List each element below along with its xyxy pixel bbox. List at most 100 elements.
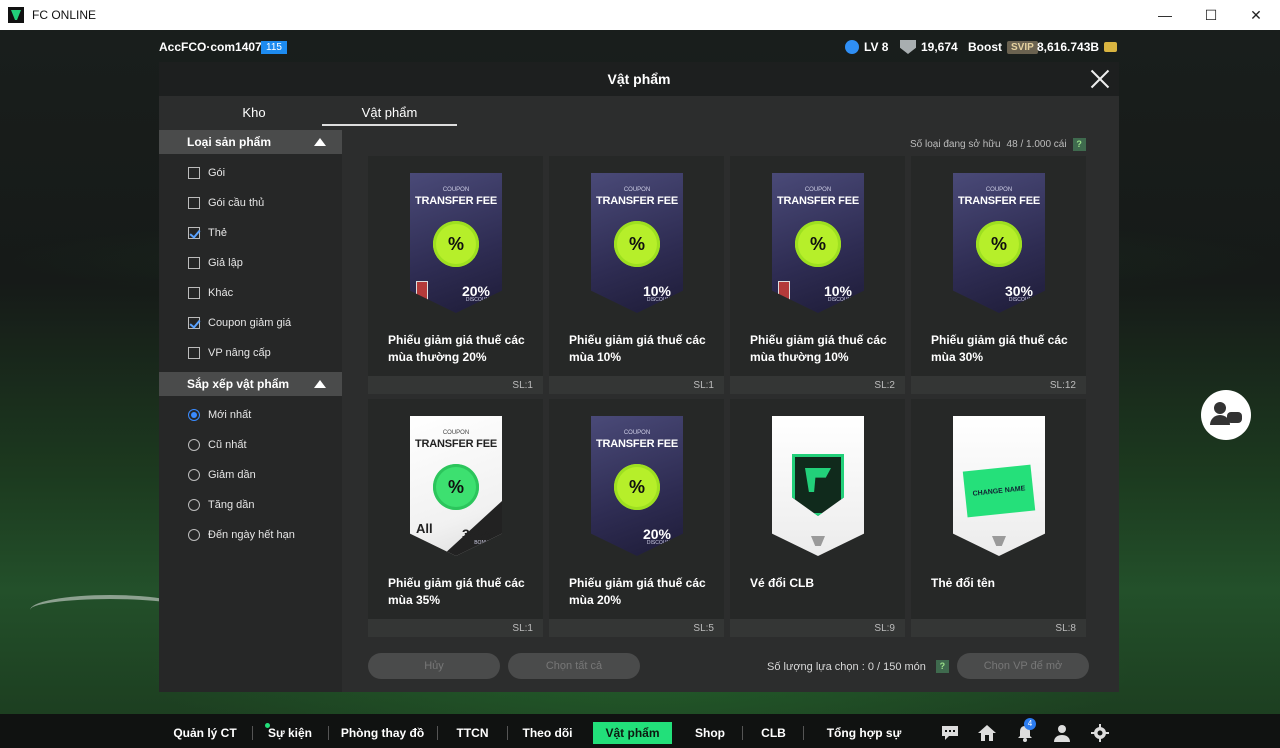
home-icon[interactable]: [977, 724, 997, 742]
minimize-button[interactable]: —: [1142, 0, 1188, 30]
items-modal: Vật phẩm Kho Vật phẩm Loại sản phẩm Gói …: [159, 62, 1119, 692]
close-window-button[interactable]: ✕: [1233, 0, 1279, 30]
nav-separator: [437, 726, 438, 740]
item-qty: SL:2: [874, 380, 895, 391]
fc-small-logo-icon: [992, 536, 1006, 546]
tab-kho[interactable]: Kho: [199, 96, 309, 126]
bp-stat: 8,616.743B: [1037, 40, 1118, 54]
sort-label: Cũ nhất: [208, 439, 247, 451]
item-card[interactable]: COUPON TRANSFER FEE % 10% DISCOUNT Phiếu…: [549, 156, 724, 394]
sort-label: Đến ngày hết hạn: [208, 529, 295, 541]
item-name: Phiếu giảm giá thuế các mùa 10%: [569, 333, 706, 364]
modal-tabs: Kho Vật phẩm: [159, 96, 459, 126]
checkbox[interactable]: [188, 257, 200, 269]
product-type-header[interactable]: Loại sản phẩm: [159, 130, 342, 154]
nav-phong-thay-do[interactable]: Phòng thay đồ: [340, 722, 425, 744]
item-name: Vé đổi CLB: [750, 576, 815, 590]
radio[interactable]: [188, 529, 200, 541]
checkbox[interactable]: [188, 197, 200, 209]
nav-ttcn[interactable]: TTCN: [450, 722, 495, 744]
filter-gia-lap[interactable]: Giả lập: [188, 253, 243, 273]
nav-separator: [252, 726, 253, 740]
sort-header[interactable]: Sắp xếp vật phẩm: [159, 372, 342, 396]
nav-clb[interactable]: CLB: [756, 722, 791, 744]
friend-chat-button[interactable]: [1201, 390, 1251, 440]
radio[interactable]: [188, 439, 200, 451]
nav-shop[interactable]: Shop: [690, 722, 730, 744]
crest-shield-icon: [792, 454, 844, 516]
change-name-label: CHANGE NAME: [962, 464, 1036, 518]
item-card[interactable]: CHANGE NAME Thẻ đổi tên SL:8: [911, 399, 1086, 637]
filter-khac[interactable]: Khác: [188, 283, 233, 303]
chat-icon[interactable]: [940, 724, 960, 742]
nav-theo-doi[interactable]: Theo dõi: [520, 722, 575, 744]
nav-quan-ly-ct[interactable]: Quản lý CT: [170, 722, 240, 744]
filter-vp-nang-cap[interactable]: VP nâng cấp: [188, 343, 271, 363]
select-all-button[interactable]: Chọn tất cả: [508, 653, 640, 679]
tab-vat-pham[interactable]: Vật phẩm: [322, 96, 457, 126]
item-card[interactable]: COUPON TRANSFER FEE % 20% DISCOUNT Phiếu…: [368, 156, 543, 394]
profile-icon[interactable]: [1052, 724, 1072, 742]
checkbox[interactable]: [188, 287, 200, 299]
checkbox[interactable]: [188, 167, 200, 179]
coupon-icon: COUPON TRANSFER FEE % All 35% BONUS: [410, 416, 502, 556]
nav-su-kien[interactable]: Sự kiện: [265, 722, 315, 744]
sort-desc[interactable]: Giảm dần: [188, 465, 256, 485]
radio[interactable]: [188, 499, 200, 511]
selection-count-label: Số lượng lựa chọn : 0 / 150 món: [767, 660, 926, 673]
notification-count-badge: 4: [1024, 718, 1036, 730]
qty-bar: SL:8: [911, 619, 1086, 637]
filter-sidebar: Loại sản phẩm Gói Gói cầu thủ Thẻ Giả lậ…: [159, 130, 342, 692]
item-qty: SL:1: [693, 380, 714, 391]
sort-expiry[interactable]: Đến ngày hết hạn: [188, 525, 295, 545]
item-qty: SL:1: [512, 623, 533, 634]
restricted-icon: [416, 281, 428, 303]
help-icon[interactable]: ?: [935, 660, 949, 673]
item-card[interactable]: COUPON TRANSFER FEE % 30% DISCOUNT Phiếu…: [911, 156, 1086, 394]
open-selected-button[interactable]: Chọn VP để mở: [957, 653, 1089, 679]
item-card[interactable]: COUPON TRANSFER FEE % All 35% BONUS Phiế…: [368, 399, 543, 637]
checkbox[interactable]: [188, 347, 200, 359]
item-card[interactable]: COUPON TRANSFER FEE % 10% DISCOUNT Phiếu…: [730, 156, 905, 394]
gear-icon[interactable]: [1090, 724, 1110, 742]
chat-bubble-icon: [1227, 412, 1242, 423]
sort-newest[interactable]: Mới nhất: [188, 405, 251, 425]
help-icon[interactable]: ?: [1072, 138, 1086, 151]
percent-badge-icon: %: [614, 221, 660, 267]
cancel-button[interactable]: Hủy: [368, 653, 500, 679]
rename-card-icon: CHANGE NAME: [953, 416, 1045, 556]
qty-bar: SL:1: [368, 619, 543, 637]
sort-label: Giảm dần: [208, 469, 256, 481]
item-card[interactable]: COUPON TRANSFER FEE % 20% DISCOUNT Phiếu…: [549, 399, 724, 637]
filter-goi-cau-thu[interactable]: Gói cầu thủ: [188, 193, 264, 213]
checkbox-checked[interactable]: [188, 317, 200, 329]
checkbox-checked[interactable]: [188, 227, 200, 239]
item-card[interactable]: Vé đổi CLB SL:9: [730, 399, 905, 637]
nav-vat-pham[interactable]: Vật phẩm: [593, 722, 672, 744]
item-qty: SL:9: [874, 623, 895, 634]
discount-label: DISCOUNT: [1008, 297, 1035, 303]
maximize-button[interactable]: ☐: [1188, 0, 1234, 30]
discount-label: DISCOUNT: [646, 540, 673, 546]
nav-tong-hop-su-kien[interactable]: Tổng hợp sự kiện: [818, 722, 910, 744]
filter-label: Giả lập: [208, 257, 243, 269]
coupon-icon: COUPON TRANSFER FEE % 20% DISCOUNT: [410, 173, 502, 313]
coupon-small: COUPON: [623, 187, 651, 193]
filter-coupon[interactable]: Coupon giảm giá: [188, 313, 291, 333]
selection-count: Số lượng lựa chọn : 0 / 150 món ?: [767, 660, 949, 673]
radio[interactable]: [188, 469, 200, 481]
rank-points: 19,674: [921, 40, 958, 54]
radio-selected[interactable]: [188, 409, 200, 421]
filter-the[interactable]: Thẻ: [188, 223, 227, 243]
shield-icon: [900, 40, 916, 54]
sort-asc[interactable]: Tăng dần: [188, 495, 254, 515]
filter-label: Thẻ: [208, 227, 227, 239]
coupon-small: COUPON: [623, 430, 651, 436]
coupon-title: TRANSFER FEE: [415, 195, 497, 207]
sort-oldest[interactable]: Cũ nhất: [188, 435, 247, 455]
close-icon[interactable]: [1087, 66, 1113, 92]
item-qty: SL:5: [693, 623, 714, 634]
boost-stat[interactable]: Boost SVIP: [968, 40, 1038, 54]
filter-goi[interactable]: Gói: [188, 163, 225, 183]
item-name: Phiếu giảm giá thuế các mùa thường 10%: [750, 333, 887, 364]
